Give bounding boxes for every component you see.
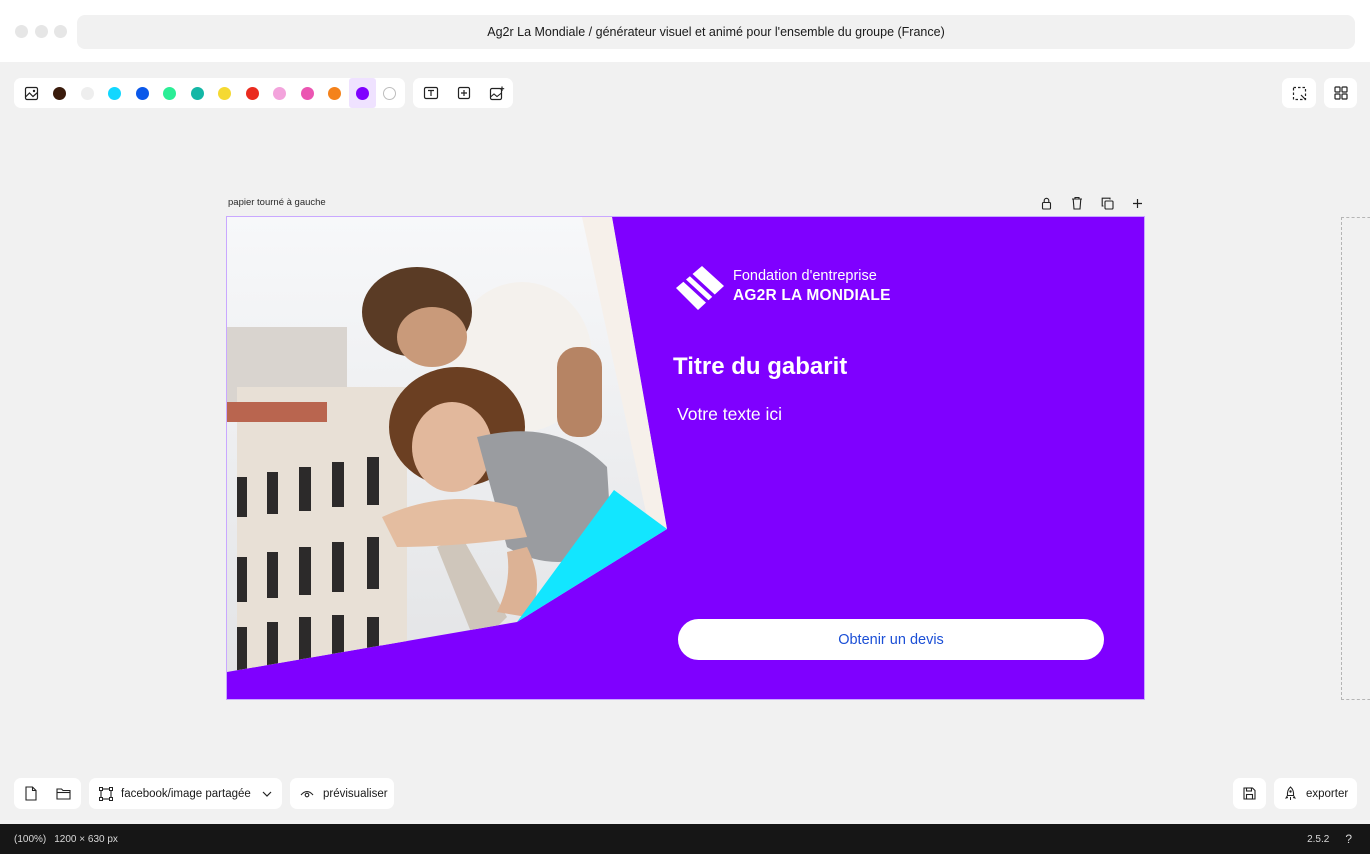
app-version: 2.5.2: [1307, 833, 1330, 845]
color-swatch[interactable]: [321, 78, 349, 108]
color-swatch-dot: [163, 86, 177, 100]
logo-line1: Fondation d'entreprise: [733, 268, 877, 284]
color-swatch[interactable]: [348, 78, 376, 108]
color-swatch-dot: [245, 86, 259, 100]
color-swatch-dot: [328, 86, 342, 100]
color-swatch[interactable]: [156, 78, 184, 108]
color-swatch-dot: [53, 86, 67, 100]
color-swatch[interactable]: [184, 78, 212, 108]
image-icon[interactable]: [16, 78, 46, 108]
insert-toolbar: [413, 78, 513, 108]
zoom-level: (100%): [14, 833, 47, 845]
window-titlebar: Ag2r La Mondiale / générateur visuel et …: [0, 0, 1370, 62]
color-swatch-dot: [383, 86, 397, 100]
help-button[interactable]: ?: [1345, 832, 1352, 846]
trash-icon[interactable]: [1062, 193, 1093, 213]
duplicate-icon[interactable]: [1092, 193, 1123, 213]
color-swatch[interactable]: [376, 78, 404, 108]
export-button[interactable]: exporter: [1274, 778, 1357, 809]
artboard-cta-button[interactable]: Obtenir un devis: [678, 619, 1104, 660]
save-button[interactable]: [1233, 778, 1266, 809]
status-bar: (100%) 1200 × 630 px 2.5.2 ?: [0, 824, 1370, 854]
canvas-dimensions: 1200 × 630 px: [54, 833, 118, 845]
artboard-actions: [1031, 193, 1153, 213]
window-title: Ag2r La Mondiale / générateur visuel et …: [77, 15, 1355, 49]
color-swatch[interactable]: [74, 78, 102, 108]
new-file-button[interactable]: [14, 778, 81, 809]
artboard-format-icon: [99, 786, 113, 801]
artboard[interactable]: Fondation d'entreprise AG2R LA MONDIALE …: [226, 216, 1145, 700]
artboard-title[interactable]: Titre du gabarit: [673, 353, 847, 381]
color-swatch[interactable]: [101, 78, 129, 108]
save-icon: [1243, 787, 1256, 800]
color-swatches: [46, 78, 404, 108]
color-toolbar: [14, 78, 405, 108]
selection-icon: [1292, 86, 1306, 100]
window-zoom-dot[interactable]: [54, 25, 67, 38]
window-minimize-dot[interactable]: [35, 25, 48, 38]
color-swatch-dot: [300, 86, 314, 100]
color-swatch[interactable]: [266, 78, 294, 108]
add-image-icon[interactable]: [480, 78, 513, 108]
new-file-icon[interactable]: [14, 786, 47, 801]
window-close-dot[interactable]: [15, 25, 28, 38]
color-swatch-dot: [80, 86, 94, 100]
color-swatch-dot: [190, 86, 204, 100]
grid-button[interactable]: [1324, 78, 1357, 108]
color-swatch[interactable]: [129, 78, 157, 108]
artboard-body[interactable]: Votre texte ici: [677, 404, 782, 425]
color-swatch[interactable]: [239, 78, 267, 108]
rocket-icon: [1285, 786, 1296, 800]
color-swatch-dot: [108, 86, 122, 100]
color-swatch-dot: [355, 86, 369, 100]
format-selector[interactable]: facebook/image partagée: [89, 778, 282, 809]
lock-icon[interactable]: [1031, 193, 1062, 213]
ag2r-logo-icon: [676, 266, 724, 310]
next-artboard-placeholder[interactable]: [1341, 217, 1370, 700]
color-swatch[interactable]: [294, 78, 322, 108]
color-swatch-dot: [218, 86, 232, 100]
format-label: facebook/image partagée: [121, 787, 251, 800]
preview-button[interactable]: prévisualiser: [290, 778, 394, 809]
add-box-icon[interactable]: [447, 78, 480, 108]
export-label: exporter: [1306, 787, 1349, 800]
color-swatch-dot: [135, 86, 149, 100]
plus-icon[interactable]: [1123, 193, 1154, 213]
text-frame-icon[interactable]: [414, 78, 447, 108]
layout-name: papier tourné à gauche: [228, 197, 326, 208]
chevron-down-icon: [262, 791, 272, 797]
preview-label: prévisualiser: [323, 787, 388, 800]
open-folder-icon[interactable]: [47, 787, 80, 800]
grid-icon: [1333, 86, 1348, 100]
eye-icon: [300, 790, 314, 797]
color-swatch[interactable]: [211, 78, 239, 108]
color-swatch[interactable]: [46, 78, 74, 108]
logo-line2: AG2R LA MONDIALE: [733, 287, 891, 304]
selection-button[interactable]: [1282, 78, 1316, 108]
color-swatch-dot: [273, 86, 287, 100]
